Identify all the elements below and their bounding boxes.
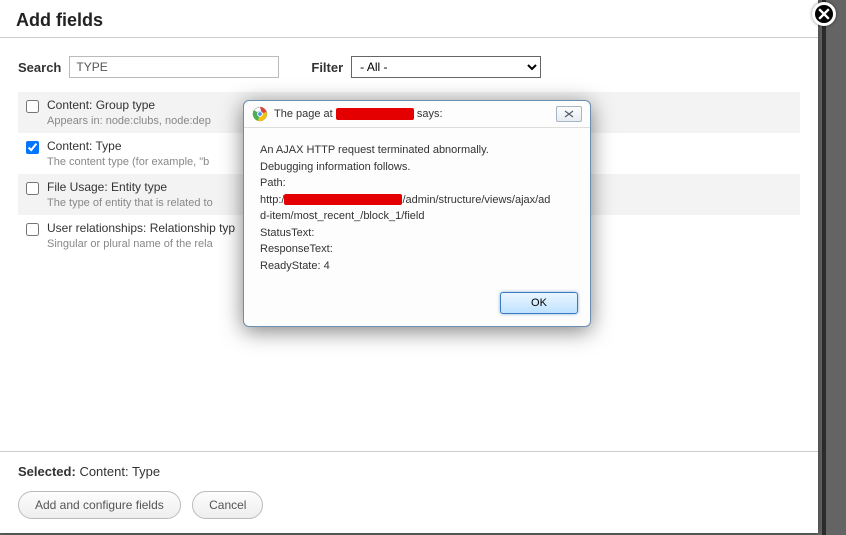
alert-close-button[interactable] bbox=[556, 106, 582, 122]
search-input[interactable] bbox=[69, 56, 279, 78]
field-name: File Usage: Entity type bbox=[47, 180, 167, 194]
field-name: Content: Group type bbox=[47, 98, 155, 112]
field-checkbox[interactable] bbox=[26, 141, 39, 154]
alert-ok-button[interactable]: OK bbox=[500, 292, 578, 314]
dialog-title: Add fields bbox=[0, 0, 818, 38]
field-checkbox[interactable] bbox=[26, 100, 39, 113]
search-label: Search bbox=[18, 60, 61, 75]
chrome-icon bbox=[252, 106, 268, 122]
field-name: User relationships: Relationship typ bbox=[47, 221, 235, 235]
redacted-text bbox=[336, 108, 414, 120]
close-icon[interactable] bbox=[812, 2, 836, 26]
cancel-button[interactable]: Cancel bbox=[192, 491, 263, 519]
alert-title: The page at says: bbox=[274, 108, 556, 120]
field-name: Content: Type bbox=[47, 139, 122, 153]
js-alert-dialog: The page at says: An AJAX HTTP request t… bbox=[243, 100, 591, 327]
redacted-text bbox=[284, 194, 402, 205]
selected-summary: Selected: Content: Type bbox=[18, 464, 800, 479]
add-configure-button[interactable]: Add and configure fields bbox=[18, 491, 181, 519]
filter-label: Filter bbox=[311, 60, 343, 75]
filter-select[interactable]: - All - bbox=[351, 56, 541, 78]
field-checkbox[interactable] bbox=[26, 182, 39, 195]
field-checkbox[interactable] bbox=[26, 223, 39, 236]
alert-message: An AJAX HTTP request terminated abnormal… bbox=[244, 128, 590, 284]
